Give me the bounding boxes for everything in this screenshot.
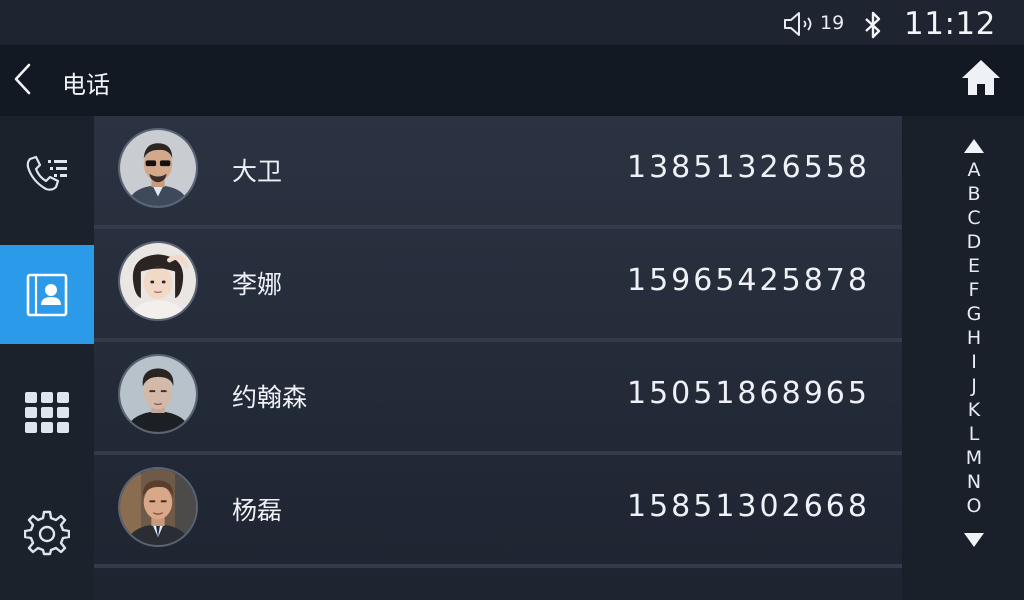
sidebar-item-contacts[interactable] <box>0 245 94 344</box>
index-letter-i[interactable]: I <box>962 350 986 374</box>
volume-level: 19 <box>820 12 845 34</box>
avatar <box>118 467 198 547</box>
contact-list: 大卫 13851326558 李娜 15965425878 约翰森 150518… <box>94 116 902 600</box>
index-letter-d[interactable]: D <box>962 230 986 254</box>
index-letter-a[interactable]: A <box>962 158 986 182</box>
page-title: 电话 <box>62 71 110 99</box>
triangle-down-icon[interactable] <box>962 532 986 548</box>
home-button[interactable] <box>960 57 1002 99</box>
title-bar: 电话 <box>0 45 1024 116</box>
contact-phone: 15051868965 <box>627 376 870 411</box>
index-letter-f[interactable]: F <box>962 278 986 302</box>
index-letter-k[interactable]: K <box>962 398 986 422</box>
dialpad-icon <box>25 391 69 433</box>
avatar <box>118 354 198 434</box>
index-letter-j[interactable]: J <box>962 374 986 398</box>
index-letter-e[interactable]: E <box>962 254 986 278</box>
row-divider <box>94 564 902 568</box>
contacts-icon <box>26 273 68 316</box>
volume-icon <box>784 12 812 36</box>
contact-phone: 13851326558 <box>627 150 870 185</box>
contact-row[interactable]: 大卫 13851326558 <box>94 116 902 229</box>
avatar <box>118 241 198 321</box>
contact-name: 大卫 <box>232 157 283 186</box>
contact-phone: 15965425878 <box>627 263 870 298</box>
sidebar-item-dialpad[interactable] <box>0 363 94 462</box>
triangle-up-icon[interactable] <box>962 138 986 154</box>
contact-row[interactable]: 杨磊 15851302668 <box>94 455 902 568</box>
index-letter-m[interactable]: M <box>962 446 986 470</box>
alphabet-index: A B C D E F G H I J K L M N O <box>902 116 1024 600</box>
contact-row[interactable]: 李娜 15965425878 <box>94 229 902 342</box>
index-letter-c[interactable]: C <box>962 206 986 230</box>
avatar <box>118 128 198 208</box>
contact-name: 杨磊 <box>232 496 283 525</box>
call-log-icon <box>26 155 67 191</box>
sidebar <box>0 116 94 600</box>
index-letter-g[interactable]: G <box>962 302 986 326</box>
index-letter-o[interactable]: O <box>962 494 986 518</box>
sidebar-item-call-log[interactable] <box>0 125 94 224</box>
back-button[interactable] <box>8 59 38 99</box>
index-letter-l[interactable]: L <box>962 422 986 446</box>
index-letter-b[interactable]: B <box>962 182 986 206</box>
sidebar-item-settings[interactable] <box>0 483 94 582</box>
bluetooth-icon <box>865 11 881 39</box>
clock: 11:12 <box>904 6 996 42</box>
gear-icon <box>24 510 70 555</box>
index-letter-n[interactable]: N <box>962 470 986 494</box>
contact-name: 约翰森 <box>232 383 308 412</box>
contact-row[interactable]: 约翰森 15051868965 <box>94 342 902 455</box>
index-letter-h[interactable]: H <box>962 326 986 350</box>
contact-name: 李娜 <box>232 270 283 299</box>
status-bar: 19 11:12 <box>0 0 1024 45</box>
contact-phone: 15851302668 <box>627 489 870 524</box>
